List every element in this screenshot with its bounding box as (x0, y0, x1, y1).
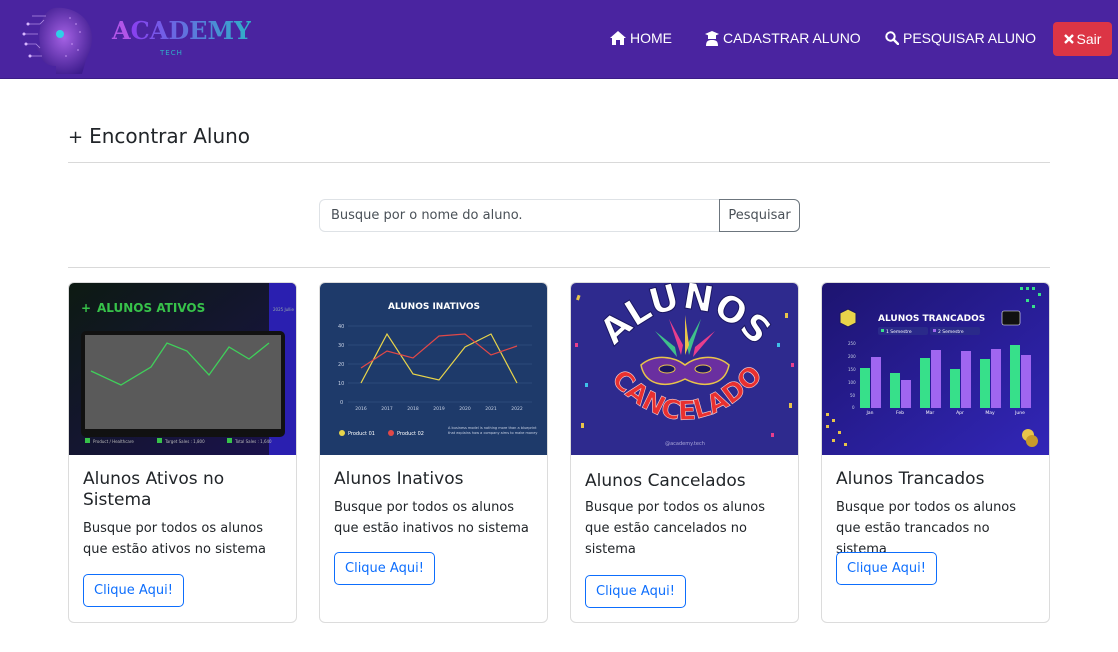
image-heading-trancados: ALUNOS TRANCADOS (878, 314, 985, 324)
image-xtick-trancados: Apr (956, 410, 964, 416)
card-text: Busque por todos os alunos que estão tra… (836, 500, 1017, 557)
image-legend-inativos-1: Product 01 (348, 431, 375, 437)
image-xtick-trancados: Mar (926, 410, 935, 416)
plus-icon: + (68, 127, 84, 148)
divider (68, 162, 1050, 163)
card-alunos-inativos: ALUNOS INATIVOS 40 30 20 10 0 2016 2017 … (319, 282, 548, 623)
nav-cadastrar-aluno[interactable]: CADASTRAR ALUNO (705, 30, 861, 46)
image-xtick-inativos: 2022 (511, 406, 523, 412)
brand-tagline: TECH (160, 49, 183, 57)
image-ytick-inativos: 20 (338, 362, 344, 368)
image-legend-ativos-2: Target Sales : 1,800 (164, 439, 205, 444)
card-title: Alunos Inativos (334, 469, 464, 489)
image-legend-ativos-3: Total Sales : 1,640 (234, 439, 272, 444)
card-image-cancelados: ALUNOS CANCELADO @academy.tech (571, 283, 798, 455)
image-legend-ativos-1: Product / Healthcare (93, 439, 134, 444)
brand-name: ACADEMY (112, 16, 252, 45)
card-ativos-button[interactable]: Clique Aqui! (83, 574, 184, 607)
robot-head-icon (22, 7, 92, 74)
image-xtick-inativos: 2020 (459, 406, 471, 412)
card-title: Alunos Cancelados (585, 471, 746, 491)
divider (68, 267, 1050, 268)
image-xtick-inativos: 2018 (407, 406, 419, 412)
image-heading-inativos: ALUNOS INATIVOS (388, 302, 480, 312)
image-xtick-inativos: 2021 (485, 406, 497, 412)
home-icon (610, 31, 626, 45)
image-xtick-trancados: Jan (866, 410, 874, 416)
image-heading-ativos: ALUNOS ATIVOS (97, 301, 205, 315)
image-ytick-trancados: 50 (850, 393, 856, 398)
nav-home[interactable]: HOME (610, 30, 672, 46)
image-ytick-inativos: 30 (338, 343, 344, 349)
nav-pesquisar-aluno[interactable]: PESQUISAR ALUNO (885, 30, 1036, 46)
card-cancelados-button[interactable]: Clique Aqui! (585, 575, 686, 608)
image-ytick-inativos: 10 (338, 381, 344, 387)
card-image-inativos: ALUNOS INATIVOS 40 30 20 10 0 2016 2017 … (320, 283, 547, 455)
card-title: Alunos Trancados (836, 469, 985, 489)
image-xtick-trancados: May (985, 410, 995, 416)
search-button[interactable]: Pesquisar (719, 199, 800, 232)
card-text: Busque por todos os alunos que estão ina… (334, 500, 529, 536)
search-icon (885, 31, 899, 45)
image-xtick-trancados: June (1014, 410, 1025, 416)
image-xtick-inativos: 2019 (433, 406, 445, 412)
image-ytick-trancados: 150 (848, 367, 856, 372)
image-note-inativos: A business model is nothing more than a … (448, 426, 538, 435)
nav-home-label: HOME (630, 30, 672, 46)
card-alunos-ativos: + ALUNOS ATIVOS 2025 Jullie Product / He… (68, 282, 297, 623)
card-text: Busque por todos os alunos que estão ati… (83, 521, 266, 557)
search-input[interactable] (319, 199, 719, 232)
card-alunos-cancelados: ALUNOS CANCELADO @academy.tech Alunos Ca… (570, 282, 799, 623)
logout-label: Sair (1076, 31, 1102, 47)
svg-text:+: + (81, 301, 91, 315)
image-xtick-inativos: 2017 (381, 406, 393, 412)
navbar: ACADEMY TECH HOME CADASTRAR ALUNO PESQUI… (0, 0, 1118, 79)
card-inativos-button[interactable]: Clique Aqui! (334, 552, 435, 585)
academy-logo[interactable]: ACADEMY TECH (20, 4, 252, 76)
card-image-trancados: ALUNOS TRANCADOS 1 Semestre 2 Semestre 2… (822, 283, 1049, 455)
card-title: Alunos Ativos no Sistema (83, 469, 225, 510)
image-handle-cancelados: @academy.tech (665, 441, 705, 447)
image-legend-trancados-1: 1 Semestre (886, 329, 912, 335)
page-title: + Encontrar Aluno (68, 124, 251, 148)
search-form: Pesquisar (319, 199, 800, 232)
logout-button[interactable]: Sair (1053, 22, 1112, 56)
card-trancados-button[interactable]: Clique Aqui! (836, 552, 937, 585)
image-xtick-trancados: Feb (896, 410, 904, 416)
nav-pesquisar-label: PESQUISAR ALUNO (903, 30, 1037, 46)
card-alunos-trancados: ALUNOS TRANCADOS 1 Semestre 2 Semestre 2… (821, 282, 1050, 623)
image-ytick-inativos: 40 (338, 324, 344, 330)
image-xtick-inativos: 2016 (355, 406, 367, 412)
image-ytick-trancados: 250 (848, 341, 856, 346)
image-corner-ativos: 2025 Jullie (273, 307, 295, 312)
nav-cadastrar-label: CADASTRAR ALUNO (723, 30, 861, 46)
image-legend-trancados-2: 2 Semestre (938, 329, 964, 335)
image-legend-inativos-2: Product 02 (397, 431, 424, 437)
image-ytick-trancados: 100 (848, 380, 856, 385)
graduate-icon (705, 30, 719, 46)
close-icon (1063, 34, 1074, 44)
image-ytick-inativos: 0 (340, 400, 343, 406)
card-image-ativos: + ALUNOS ATIVOS 2025 Jullie Product / He… (69, 283, 296, 455)
image-ytick-trancados: 200 (848, 354, 856, 359)
card-text: Busque por todos os alunos que estão can… (585, 500, 766, 557)
